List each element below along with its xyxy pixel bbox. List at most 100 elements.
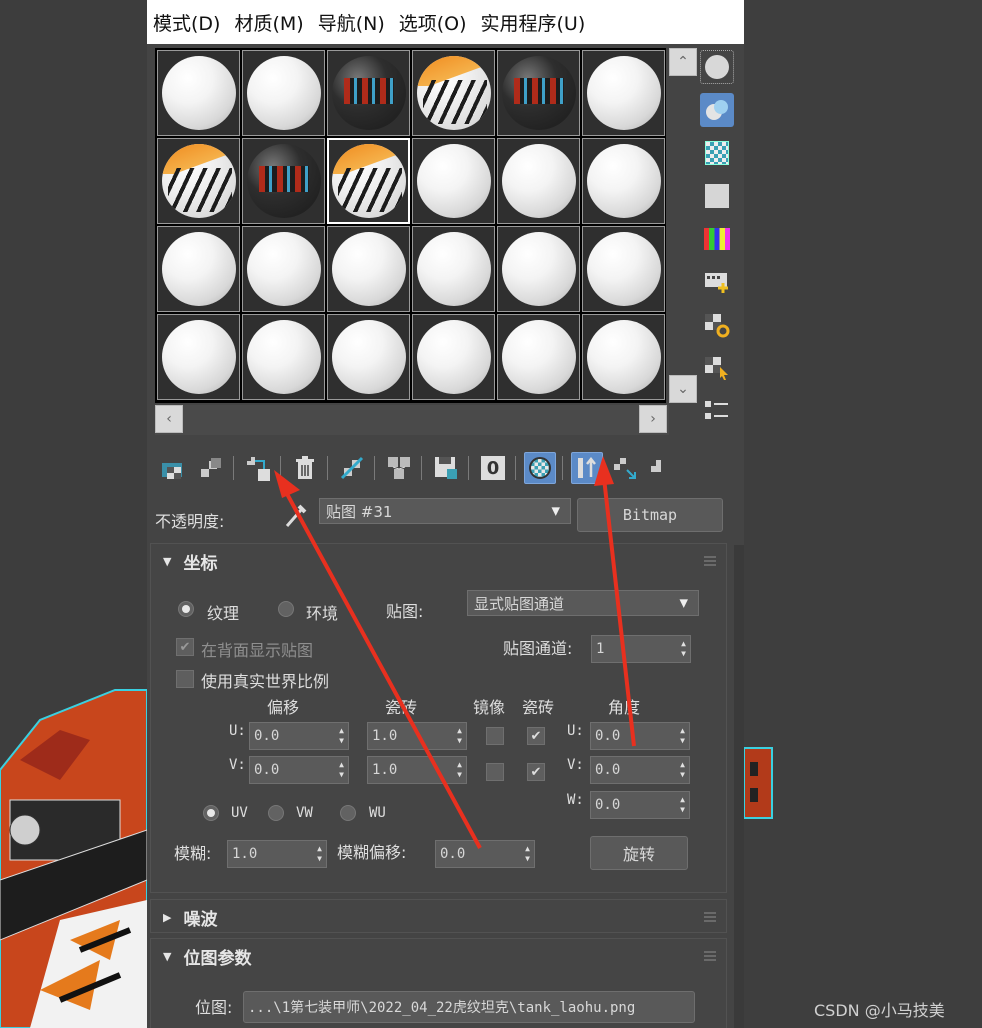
uv-radio[interactable] — [203, 805, 219, 821]
sample-slot[interactable] — [582, 314, 665, 400]
blur-offset-spinner[interactable]: 0.0 ▲ ▼ — [435, 840, 535, 868]
options-button[interactable] — [700, 308, 734, 342]
video-color-check-button[interactable] — [700, 222, 734, 256]
rotate-button[interactable]: 旋转 — [590, 836, 688, 870]
spinner-arrows-icon[interactable]: ▲ ▼ — [525, 844, 530, 864]
sample-uv-tiling-button[interactable] — [700, 179, 734, 213]
environ-radio[interactable] — [278, 601, 294, 617]
map-channel-spinner[interactable]: 1 ▲ ▼ — [591, 635, 691, 663]
eyedropper-icon[interactable] — [283, 502, 309, 530]
map-type-button[interactable]: Bitmap — [577, 498, 723, 532]
sample-slot[interactable] — [327, 50, 410, 136]
backlight-button[interactable] — [700, 93, 734, 127]
get-material-button[interactable] — [157, 452, 189, 484]
v-tile-checkbox[interactable]: ✔ — [527, 763, 545, 781]
grip-icon — [704, 910, 716, 922]
texture-radio[interactable] — [178, 601, 194, 617]
spinner-arrows-icon[interactable]: ▲ ▼ — [339, 760, 344, 780]
spinner-arrows-icon[interactable]: ▲ ▼ — [681, 639, 686, 659]
real-world-scale-checkbox[interactable] — [176, 670, 194, 688]
coordinates-rollout-header[interactable]: ▼ 坐标 — [151, 544, 726, 578]
select-by-material-button[interactable] — [700, 351, 734, 385]
v-tiling-spinner[interactable]: 1.0 ▲ ▼ — [367, 756, 467, 784]
sample-slot[interactable] — [497, 138, 580, 224]
sample-slot[interactable] — [497, 226, 580, 312]
map-name-field[interactable]: 贴图 #31 ▼ — [319, 498, 571, 524]
sample-slot[interactable] — [582, 50, 665, 136]
sample-slot[interactable] — [412, 138, 495, 224]
spinner-arrows-icon[interactable]: ▲ ▼ — [680, 726, 685, 746]
sample-slot[interactable] — [412, 226, 495, 312]
sample-slot[interactable] — [157, 138, 240, 224]
sample-slot[interactable] — [157, 50, 240, 136]
v-mirror-checkbox[interactable] — [486, 763, 504, 781]
spinner-arrows-icon[interactable]: ▲ ▼ — [339, 726, 344, 746]
material-id-channel-button[interactable]: 0 — [477, 452, 509, 484]
sample-slot[interactable] — [327, 314, 410, 400]
put-to-library-button[interactable] — [383, 452, 415, 484]
sample-slot[interactable] — [242, 50, 325, 136]
menu-material[interactable]: 材质(M) — [234, 9, 303, 36]
show-map-on-back-checkbox[interactable]: ✔ — [176, 638, 194, 656]
sample-slot[interactable] — [157, 226, 240, 312]
menu-navigation[interactable]: 导航(N) — [318, 9, 385, 36]
sample-slot[interactable] — [242, 314, 325, 400]
horizontal-scrollbar[interactable]: ‹ › — [155, 405, 669, 435]
wu-radio[interactable] — [340, 805, 356, 821]
bitmap-params-rollout-header[interactable]: ▼ 位图参数 — [151, 939, 726, 973]
sample-slot[interactable] — [497, 314, 580, 400]
sample-slot[interactable] — [242, 226, 325, 312]
scroll-down-button[interactable]: ⌄ — [669, 375, 697, 403]
vw-radio-label: VW — [296, 805, 313, 821]
panel-scrollbar[interactable] — [734, 545, 744, 1028]
scroll-up-button[interactable]: ⌃ — [669, 48, 697, 76]
v-angle-spinner[interactable]: 0.0 ▲ ▼ — [590, 756, 690, 784]
sample-slot[interactable] — [497, 50, 580, 136]
w-angle-label: W: — [567, 792, 584, 808]
sample-slot[interactable] — [412, 314, 495, 400]
sample-slot[interactable] — [327, 226, 410, 312]
sample-slot[interactable] — [157, 314, 240, 400]
scroll-right-button[interactable]: › — [639, 405, 667, 433]
sample-slot[interactable] — [582, 226, 665, 312]
put-to-scene-button[interactable] — [195, 452, 227, 484]
spinner-arrows-icon[interactable]: ▲ ▼ — [457, 760, 462, 780]
sample-slot[interactable] — [327, 138, 410, 224]
menu-utilities[interactable]: 实用程序(U) — [481, 9, 586, 36]
u-offset-spinner[interactable]: 0.0 ▲ ▼ — [249, 722, 349, 750]
u-tile-checkbox[interactable]: ✔ — [527, 727, 545, 745]
u-angle-spinner[interactable]: 0.0 ▲ ▼ — [590, 722, 690, 750]
sample-slot[interactable] — [412, 50, 495, 136]
go-to-parent-button[interactable] — [609, 452, 641, 484]
spinner-arrows-icon[interactable]: ▲ ▼ — [317, 844, 322, 864]
w-angle-spinner[interactable]: 0.0 ▲ ▼ — [590, 791, 690, 819]
blur-spinner[interactable]: 1.0 ▲ ▼ — [227, 840, 327, 868]
vw-radio[interactable] — [268, 805, 284, 821]
show-end-result-button[interactable] — [571, 452, 603, 484]
u-tiling-spinner[interactable]: 1.0 ▲ ▼ — [367, 722, 467, 750]
spinner-arrows-icon[interactable]: ▲ ▼ — [457, 726, 462, 746]
scroll-left-button[interactable]: ‹ — [155, 405, 183, 433]
bitmap-path-button[interactable]: ...\1第七装甲师\2022_04_22虎纹坦克\tank_laohu.png — [243, 991, 695, 1023]
show-shaded-map-in-viewport-button[interactable] — [524, 452, 556, 484]
noise-title: 噪波 — [183, 909, 218, 930]
background-button[interactable] — [700, 136, 734, 170]
go-forward-sibling-button[interactable] — [647, 452, 661, 484]
reset-map-button[interactable] — [289, 452, 321, 484]
menu-mode[interactable]: 模式(D) — [153, 9, 220, 36]
make-preview-button[interactable] — [700, 265, 734, 299]
mapping-dropdown[interactable]: 显式贴图通道 ▼ — [467, 590, 699, 616]
sample-slot[interactable] — [242, 138, 325, 224]
spinner-arrows-icon[interactable]: ▲ ▼ — [680, 795, 685, 815]
spinner-arrows-icon[interactable]: ▲ ▼ — [680, 760, 685, 780]
make-unique-button[interactable] — [336, 452, 368, 484]
save-to-library-button[interactable] — [430, 452, 462, 484]
sample-type-button[interactable] — [700, 50, 734, 84]
v-offset-spinner[interactable]: 0.0 ▲ ▼ — [249, 756, 349, 784]
noise-rollout-header[interactable]: ▶ 噪波 — [151, 900, 726, 934]
assign-to-selection-button[interactable] — [242, 452, 274, 484]
sample-slot[interactable] — [582, 138, 665, 224]
u-mirror-checkbox[interactable] — [486, 727, 504, 745]
material-map-navigator-button[interactable] — [700, 394, 734, 428]
menu-options[interactable]: 选项(O) — [399, 9, 467, 36]
